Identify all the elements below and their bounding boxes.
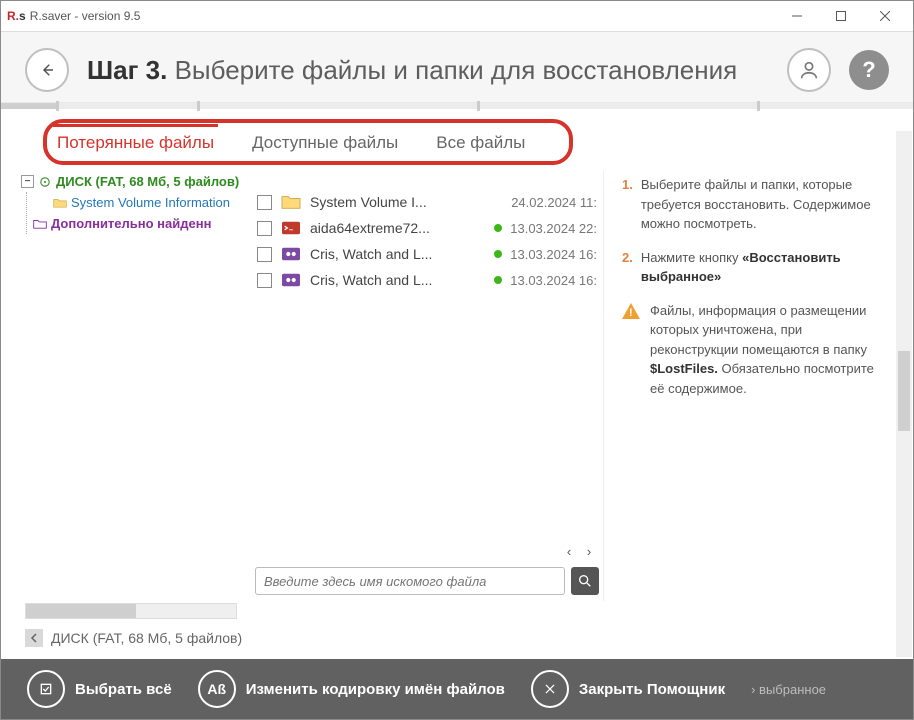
file-date: 24.02.2024 11:	[511, 195, 597, 210]
row-checkbox[interactable]	[257, 195, 272, 210]
breadcrumb: ДИСК (FAT, 68 Мб, 5 файлов)	[19, 625, 895, 655]
search-input[interactable]	[255, 567, 565, 595]
tree-hscroll[interactable]	[25, 603, 237, 619]
app-logo: R.s	[7, 9, 26, 23]
table-row[interactable]: Cris, Watch and L... 13.03.2024 16:	[251, 267, 603, 293]
tab-available-files[interactable]: Доступные файлы	[248, 127, 402, 157]
change-encoding-button[interactable]: Aß Изменить кодировку имён файлов	[198, 670, 505, 708]
table-row[interactable]: Cris, Watch and L... 13.03.2024 16:	[251, 241, 603, 267]
select-all-button[interactable]: Выбрать всё	[27, 670, 172, 708]
file-name: aida64extreme72...	[310, 220, 486, 236]
back-button[interactable]	[25, 48, 69, 92]
footer-toolbar: Выбрать всё Aß Изменить кодировку имён ф…	[1, 659, 913, 719]
title-rest: Выберите файлы и папки для восстановлени…	[175, 55, 738, 85]
tabs-highlight: Потерянные файлы Доступные файлы Все фай…	[43, 119, 573, 165]
file-name: Cris, Watch and L...	[310, 272, 486, 288]
file-list: System Volume I... 24.02.2024 11: aida64ex…	[251, 171, 604, 601]
folder-tree[interactable]: − ДИСК (FAT, 68 Мб, 5 файлов) System Vol…	[19, 171, 251, 601]
restore-selected-faded: › выбранное	[751, 682, 826, 697]
window-maximize-button[interactable]	[819, 2, 863, 30]
file-name: System Volume I...	[310, 194, 487, 210]
tree-node-disk[interactable]: − ДИСК (FAT, 68 Мб, 5 файлов)	[19, 171, 251, 192]
status-dot-icon	[494, 224, 502, 232]
file-list-hscroll[interactable]: ‹ ›	[251, 541, 603, 561]
file-type-icon	[280, 271, 302, 289]
close-assistant-button[interactable]: Закрыть Помощник	[531, 670, 725, 708]
hints-panel: 1. Выберите файлы и папки, которые требу…	[604, 171, 895, 601]
warning-icon	[622, 303, 640, 319]
file-date: 13.03.2024 22:	[510, 221, 597, 236]
account-button[interactable]	[787, 48, 831, 92]
wizard-header: Шаг 3. Выберите файлы и папки для восста…	[1, 32, 913, 103]
help-button[interactable]: ?	[849, 50, 889, 90]
file-type-icon	[280, 245, 302, 263]
file-date: 13.03.2024 16:	[510, 247, 597, 262]
folder-icon	[53, 197, 67, 209]
file-name: Cris, Watch and L...	[310, 246, 486, 262]
tree-node-lostfiles[interactable]: Дополнительно найденн	[31, 213, 251, 234]
window-minimize-button[interactable]	[775, 2, 819, 30]
row-checkbox[interactable]	[257, 247, 272, 262]
window-vscroll[interactable]	[896, 131, 912, 657]
step-label: Шаг 3.	[87, 55, 167, 85]
window-close-button[interactable]	[863, 2, 907, 30]
tab-lost-files[interactable]: Потерянные файлы	[53, 124, 218, 157]
tree-node-label: ДИСК (FAT, 68 Мб, 5 файлов)	[56, 174, 239, 189]
table-row[interactable]: aida64extreme72... 13.03.2024 22:	[251, 215, 603, 241]
warning-text: Файлы, информация о размещении которых у…	[650, 301, 883, 399]
hint-2: Нажмите кнопку «Восстановить выбранное»	[641, 248, 883, 287]
close-icon	[531, 670, 569, 708]
hint-1: Выберите файлы и папки, которые требуетс…	[641, 175, 883, 234]
file-type-icon	[280, 193, 302, 211]
encoding-icon: Aß	[198, 670, 236, 708]
status-dot-icon	[494, 250, 502, 258]
tab-all-files[interactable]: Все файлы	[432, 127, 529, 157]
tree-collapse-icon[interactable]: −	[21, 175, 34, 188]
table-row[interactable]: System Volume I... 24.02.2024 11:	[251, 189, 603, 215]
scroll-right-icon[interactable]: ›	[581, 543, 597, 559]
row-checkbox[interactable]	[257, 221, 272, 236]
row-checkbox[interactable]	[257, 273, 272, 288]
tree-node-label: System Volume Information	[71, 195, 230, 210]
file-date: 13.03.2024 16:	[510, 273, 597, 288]
tree-node-svi[interactable]: System Volume Information	[31, 192, 251, 213]
file-type-icon	[280, 219, 302, 237]
window-titlebar: R.s R.saver - version 9.5	[1, 1, 913, 32]
breadcrumb-text[interactable]: ДИСК (FAT, 68 Мб, 5 файлов)	[51, 630, 242, 646]
search-button[interactable]	[571, 567, 599, 595]
wizard-progress	[1, 103, 913, 109]
scroll-left-icon[interactable]: ‹	[561, 543, 577, 559]
folder-extra-icon	[33, 218, 47, 230]
page-title: Шаг 3. Выберите файлы и папки для восста…	[87, 55, 737, 86]
window-title: R.saver - version 9.5	[30, 9, 141, 23]
status-dot-icon	[494, 276, 502, 284]
select-all-icon	[27, 670, 65, 708]
disk-icon	[38, 176, 52, 188]
breadcrumb-back-icon[interactable]	[25, 629, 43, 647]
tree-node-label: Дополнительно найденн	[51, 216, 211, 231]
